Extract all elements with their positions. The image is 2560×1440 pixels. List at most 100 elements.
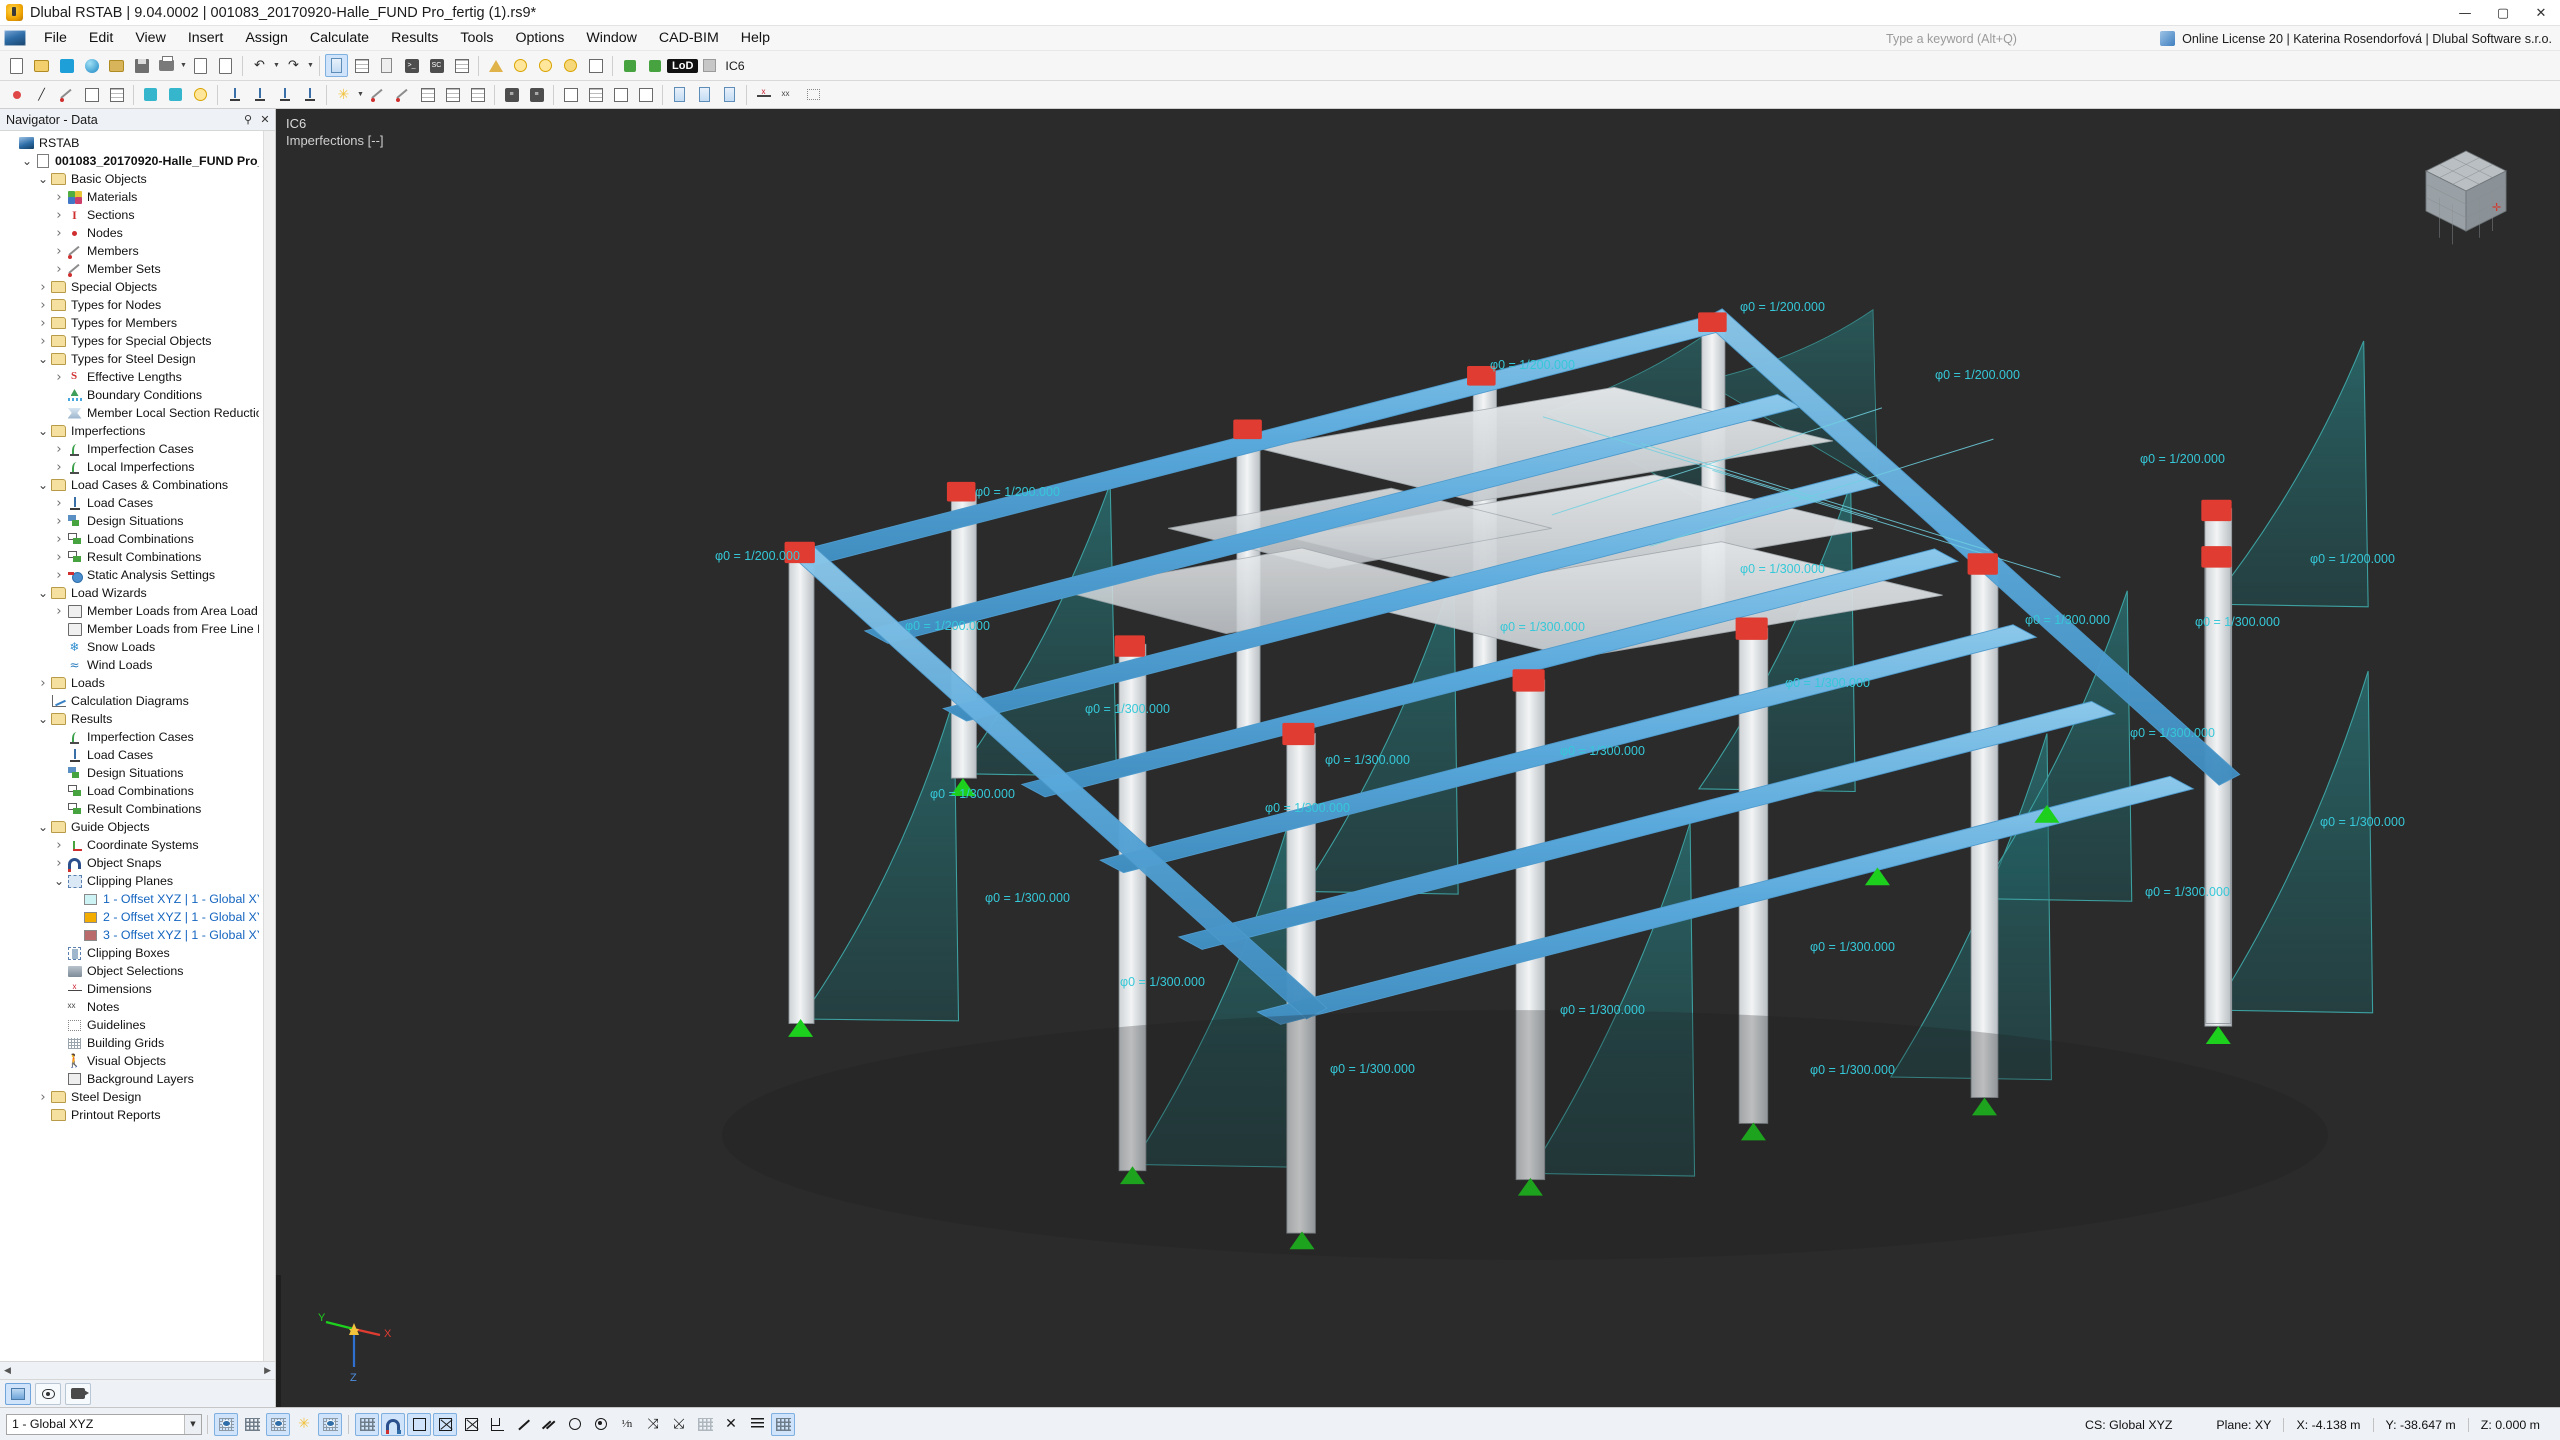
view-top-button[interactable] <box>693 83 716 106</box>
print-button[interactable] <box>155 54 178 77</box>
menu-item-edit[interactable]: Edit <box>78 27 124 49</box>
menu-item-file[interactable]: File <box>33 27 78 49</box>
chevron-right-icon[interactable]: › <box>52 226 66 241</box>
snap-parallel-button[interactable] <box>537 1413 561 1436</box>
maximize-button[interactable]: ▢ <box>2484 0 2522 26</box>
snap-midpoint-button[interactable] <box>433 1412 457 1436</box>
chevron-right-icon[interactable]: › <box>52 370 66 385</box>
menu-item-calculate[interactable]: Calculate <box>299 27 380 49</box>
chevron-right-icon[interactable]: › <box>52 838 66 853</box>
tree-item-guidelines[interactable]: Guidelines <box>0 1016 263 1034</box>
side-panel-button[interactable] <box>375 54 398 77</box>
toggle-guides-button[interactable] <box>266 1412 290 1436</box>
tree-item-sections[interactable]: › I Sections <box>0 206 263 224</box>
printout-report-button[interactable] <box>189 54 212 77</box>
guideline-tool-button[interactable] <box>802 83 825 106</box>
tree-item-types-for-steel-design[interactable]: ⌄ Types for Steel Design <box>0 350 263 368</box>
tree-item-members[interactable]: › Members <box>0 242 263 260</box>
tree-item-clipping-boxes[interactable]: Clipping Boxes <box>0 944 263 962</box>
tree-item-local-imperfections[interactable]: › Local Imperfections <box>0 458 263 476</box>
imperfection-all-button[interactable] <box>466 83 489 106</box>
tree-item-steel-design[interactable]: › Steel Design <box>0 1088 263 1106</box>
tree-item-result-combinations[interactable]: Result Combinations <box>0 800 263 818</box>
navigator-scrollbar[interactable] <box>263 131 275 1361</box>
magnet-snap-button[interactable] <box>381 1412 405 1436</box>
tree-item-member-local-section-reductions[interactable]: Member Local Section Reductions <box>0 404 263 422</box>
chevron-down-icon[interactable]: ⌄ <box>20 154 34 168</box>
tree-item-types-for-special-objects[interactable]: › Types for Special Objects <box>0 332 263 350</box>
tab-data[interactable] <box>5 1382 31 1405</box>
tree-item-object-selections[interactable]: Object Selections <box>0 962 263 980</box>
chevron-right-icon[interactable]: › <box>52 514 66 529</box>
chevron-down-icon[interactable]: ⌄ <box>36 424 50 438</box>
chevron-right-icon[interactable]: › <box>52 604 66 619</box>
tree-item-materials[interactable]: › Materials <box>0 188 263 206</box>
new-solid-button[interactable] <box>105 83 128 106</box>
star-dropdown-caret-icon[interactable]: ▼ <box>356 83 365 106</box>
new-load-button[interactable] <box>223 83 246 106</box>
tree-item-2-offset-xyz-1-global-xyz-0-0[interactable]: 2 - Offset XYZ | 1 - Global XYZ | 0.0 <box>0 908 263 926</box>
chevron-right-icon[interactable]: › <box>52 460 66 475</box>
select-nodes-button[interactable] <box>509 54 532 77</box>
tree-item-load-cases-combinations[interactable]: ⌄ Load Cases & Combinations <box>0 476 263 494</box>
tree-item-printout-reports[interactable]: Printout Reports <box>0 1106 263 1124</box>
save-button[interactable] <box>130 54 153 77</box>
snap-tangent-button[interactable] <box>563 1413 587 1436</box>
star-tool-button[interactable]: ✳ <box>332 83 355 106</box>
tree-item-visual-objects[interactable]: 🚶 Visual Objects <box>0 1052 263 1070</box>
import-button[interactable] <box>105 54 128 77</box>
menu-item-results[interactable]: Results <box>380 27 449 49</box>
tree-item-clipping-planes[interactable]: ⌄ Clipping Planes <box>0 872 263 890</box>
tree-item-results[interactable]: ⌄ Results <box>0 710 263 728</box>
tree-item-design-situations[interactable]: Design Situations <box>0 764 263 782</box>
chevron-right-icon[interactable]: › <box>52 856 66 871</box>
new-node-button[interactable] <box>5 83 28 106</box>
chevron-down-icon[interactable]: ⌄ <box>36 712 50 726</box>
snap-endpoint-button[interactable] <box>407 1412 431 1436</box>
snap-grid-toggle-button[interactable] <box>771 1412 795 1436</box>
tree-item-boundary-conditions[interactable]: Boundary Conditions <box>0 386 263 404</box>
chevron-right-icon[interactable]: › <box>52 568 66 583</box>
chevron-down-icon[interactable]: ⌄ <box>36 820 50 834</box>
tree-item-member-sets[interactable]: › Member Sets <box>0 260 263 278</box>
tree-item-result-combinations[interactable]: › Result Combinations <box>0 548 263 566</box>
chevron-down-icon[interactable]: ⌄ <box>36 352 50 366</box>
view-cube[interactable]: ✛ <box>2406 137 2526 247</box>
new-nodal-load-button[interactable] <box>248 83 271 106</box>
tree-item-effective-lengths[interactable]: › Effective Lengths <box>0 368 263 386</box>
tree-item-loads[interactable]: › Loads <box>0 674 263 692</box>
select-special-button[interactable] <box>559 54 582 77</box>
note-tool-button[interactable]: xx <box>777 83 800 106</box>
tree-item-calculation-diagrams[interactable]: Calculation Diagrams <box>0 692 263 710</box>
menu-item-cad-bim[interactable]: CAD-BIM <box>648 27 730 49</box>
select-all-button[interactable] <box>584 54 607 77</box>
pin-icon[interactable]: ⚲ <box>242 113 254 126</box>
snap-extension-button[interactable]: ⤨ <box>641 1413 665 1436</box>
tree-item-notes[interactable]: xx Notes <box>0 998 263 1016</box>
script-button[interactable]: SC <box>425 54 448 77</box>
chevron-right-icon[interactable]: › <box>36 334 50 349</box>
snap-perpendicular-button[interactable] <box>485 1413 509 1436</box>
tree-item-load-combinations[interactable]: Load Combinations <box>0 782 263 800</box>
toggle-osnap-button[interactable]: ✳ <box>292 1413 316 1436</box>
new-free-load-button[interactable] <box>298 83 321 106</box>
chevron-right-icon[interactable]: › <box>36 298 50 313</box>
new-line-support-button[interactable] <box>164 83 187 106</box>
select-objects-button[interactable] <box>484 54 507 77</box>
print-dropdown-caret-icon[interactable]: ▼ <box>179 54 188 77</box>
dlubal-center-button[interactable] <box>55 54 78 77</box>
chevron-right-icon[interactable]: › <box>36 1090 50 1105</box>
undo-dropdown-caret-icon[interactable]: ▼ <box>272 54 281 77</box>
imperfection-member-set-button[interactable] <box>391 83 414 106</box>
report-list-button[interactable] <box>214 54 237 77</box>
undo-button[interactable]: ↶ <box>248 54 271 77</box>
tree-item-imperfections[interactable]: ⌄ Imperfections <box>0 422 263 440</box>
navigator-toggle-button[interactable] <box>325 54 348 77</box>
snap-center-button[interactable] <box>459 1413 483 1436</box>
zoom-fit-button[interactable] <box>609 83 632 106</box>
redo-dropdown-caret-icon[interactable]: ▼ <box>306 54 315 77</box>
scroll-right-icon[interactable]: ▶ <box>264 1366 271 1376</box>
tree-item-nodes[interactable]: › Nodes <box>0 224 263 242</box>
tree-item-design-situations[interactable]: › Design Situations <box>0 512 263 530</box>
3d-viewport[interactable]: IC6 Imperfections [--] φ0 = 1/200.000 φ0… <box>276 109 2560 1407</box>
